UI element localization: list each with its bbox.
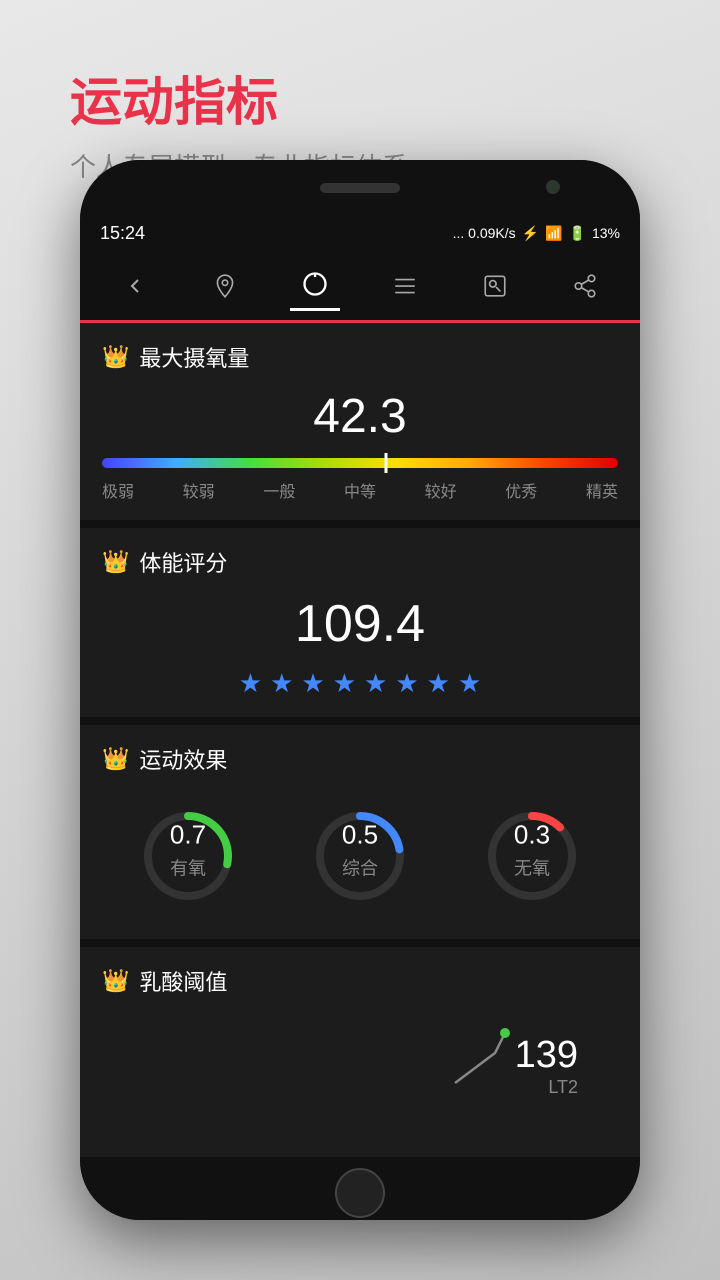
phone-bottom-bezel: [80, 1165, 640, 1220]
nav-back-icon[interactable]: [110, 261, 160, 311]
nav-search-icon[interactable]: [470, 261, 520, 311]
label-normal: 一般: [263, 478, 295, 502]
comprehensive-value: 0.5: [342, 819, 378, 850]
vo2max-title: 最大摄氧量: [139, 341, 249, 373]
home-button[interactable]: [335, 1168, 385, 1218]
star-8: ★: [458, 668, 481, 699]
star-5: ★: [364, 668, 387, 699]
aerobic-circle-item: 0.7 有氧: [133, 801, 243, 911]
comprehensive-center-text: 0.5 综合: [342, 819, 378, 880]
phone-content: 👑 最大摄氧量 42.3 极弱 较弱 一般 中等 较好 优秀 精英 👑 体能评分: [80, 323, 640, 1165]
status-right: ... 0.09K/s ⚡ 📶 🔋 13%: [453, 225, 620, 242]
label-weak: 较弱: [183, 478, 215, 502]
star-7: ★: [427, 668, 450, 699]
phone-frame: 15:24 ... 0.09K/s ⚡ 📶 🔋 13%: [80, 160, 640, 1220]
lactate-header: 👑 乳酸阈值: [102, 965, 618, 997]
spectrum-labels: 极弱 较弱 一般 中等 较好 优秀 精英: [102, 478, 618, 502]
spectrum-bar: [102, 458, 618, 468]
battery-level: 13%: [592, 225, 620, 241]
label-elite: 精英: [586, 478, 618, 502]
comprehensive-gauge: 0.5 综合: [305, 801, 415, 911]
nav-share-icon[interactable]: [560, 261, 610, 311]
anaerobic-value: 0.3: [514, 819, 550, 850]
status-bar: 15:24 ... 0.09K/s ⚡ 📶 🔋 13%: [80, 215, 640, 251]
exercise-title: 运动效果: [139, 743, 227, 775]
fitness-title: 体能评分: [139, 546, 227, 578]
star-2: ★: [270, 668, 293, 699]
nav-map-icon[interactable]: [200, 261, 250, 311]
exercise-section: 👑 运动效果 0.7 有氧: [80, 725, 640, 939]
lactate-title: 乳酸阈值: [139, 965, 227, 997]
label-good: 较好: [425, 478, 457, 502]
crown-icon-exercise: 👑: [102, 746, 129, 772]
star-3: ★: [301, 668, 324, 699]
anaerobic-circle-item: 0.3 无氧: [477, 801, 587, 911]
star-4: ★: [333, 668, 356, 699]
fitness-section: 👑 体能评分 109.4 ★ ★ ★ ★ ★ ★ ★ ★: [80, 528, 640, 717]
nav-circle-icon[interactable]: [290, 261, 340, 311]
label-medium: 中等: [344, 478, 376, 502]
vo2max-value: 42.3: [102, 389, 618, 444]
phone-speaker: [320, 183, 400, 193]
stars-row: ★ ★ ★ ★ ★ ★ ★ ★: [102, 668, 618, 699]
aerobic-label: 有氧: [170, 854, 206, 880]
fitness-header: 👑 体能评分: [102, 546, 618, 578]
crown-icon-vo2max: 👑: [102, 344, 129, 370]
aerobic-center-text: 0.7 有氧: [170, 819, 206, 880]
anaerobic-center-text: 0.3 无氧: [514, 819, 550, 880]
star-6: ★: [395, 668, 418, 699]
nav-bar: [80, 251, 640, 323]
phone-camera: [546, 180, 560, 194]
crown-icon-lactate: 👑: [102, 968, 129, 994]
spectrum-indicator: [384, 453, 387, 473]
aerobic-gauge: 0.7 有氧: [133, 801, 243, 911]
anaerobic-gauge: 0.3 无氧: [477, 801, 587, 911]
nav-list-icon[interactable]: [380, 261, 430, 311]
circles-row: 0.7 有氧 0.5 综合: [102, 791, 618, 921]
network-indicator: ... 0.09K/s: [453, 225, 516, 241]
label-very-weak: 极弱: [102, 478, 134, 502]
battery-icon: 🔋: [569, 225, 586, 242]
star-1: ★: [239, 668, 262, 699]
lactate-section: 👑 乳酸阈值 139 LT2: [80, 947, 640, 1157]
vo2max-header: 👑 最大摄氧量: [102, 341, 618, 373]
exercise-header: 👑 运动效果: [102, 743, 618, 775]
wifi-icon: 📶: [545, 225, 562, 242]
label-excellent: 优秀: [505, 478, 537, 502]
status-time: 15:24: [100, 223, 145, 244]
crown-icon-fitness: 👑: [102, 549, 129, 575]
phone-top-bezel: [80, 160, 640, 215]
bluetooth-icon: ⚡: [522, 225, 539, 242]
page-title: 运动指标: [70, 60, 278, 135]
comprehensive-circle-item: 0.5 综合: [305, 801, 415, 911]
lactate-line-chart: [445, 1023, 525, 1093]
comprehensive-label: 综合: [342, 854, 378, 880]
aerobic-value: 0.7: [170, 819, 206, 850]
anaerobic-label: 无氧: [514, 854, 550, 880]
vo2max-section: 👑 最大摄氧量 42.3 极弱 较弱 一般 中等 较好 优秀 精英: [80, 323, 640, 520]
fitness-score: 109.4: [102, 594, 618, 654]
